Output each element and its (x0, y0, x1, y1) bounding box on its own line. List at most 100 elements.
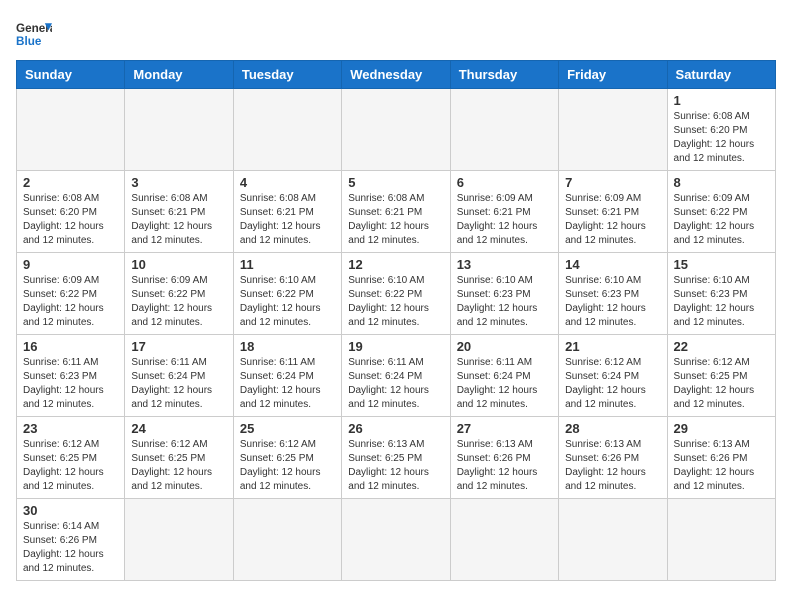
day-info: Sunrise: 6:09 AM Sunset: 6:21 PM Dayligh… (457, 192, 552, 248)
calendar-cell: 4 Sunrise: 6:08 AM Sunset: 6:21 PM Daylig… (233, 171, 341, 253)
day-number: 11 (240, 257, 335, 272)
day-number: 13 (457, 257, 552, 272)
calendar-cell (559, 499, 667, 581)
calendar-cell: 21Sunrise: 6:12 AM Sunset: 6:24 PM Dayli… (559, 335, 667, 417)
calendar-cell (450, 499, 558, 581)
day-info: Sunrise: 6:11 AM Sunset: 6:24 PM Dayligh… (240, 356, 335, 412)
calendar-table: SundayMondayTuesdayWednesdayThursdayFrid… (16, 60, 776, 581)
weekday-header-friday: Friday (559, 61, 667, 89)
day-number: 8 (674, 175, 769, 190)
day-number: 20 (457, 339, 552, 354)
day-info: Sunrise: 6:09 AM Sunset: 6:22 PM Dayligh… (23, 274, 118, 330)
calendar-cell: 14Sunrise: 6:10 AM Sunset: 6:23 PM Dayli… (559, 253, 667, 335)
calendar-cell: 15Sunrise: 6:10 AM Sunset: 6:23 PM Dayli… (667, 253, 775, 335)
day-info: Sunrise: 6:11 AM Sunset: 6:24 PM Dayligh… (131, 356, 226, 412)
day-number: 6 (457, 175, 552, 190)
calendar-cell: 8 Sunrise: 6:09 AM Sunset: 6:22 PM Daylig… (667, 171, 775, 253)
day-number: 12 (348, 257, 443, 272)
calendar-cell: 16 Sunrise: 6:11 AM Sunset: 6:23 PM Dayli… (17, 335, 125, 417)
calendar-cell: 13 Sunrise: 6:10 AM Sunset: 6:23 PM Dayli… (450, 253, 558, 335)
day-info: Sunrise: 6:12 AM Sunset: 6:25 PM Dayligh… (674, 356, 769, 412)
day-info: Sunrise: 6:12 AM Sunset: 6:25 PM Dayligh… (131, 438, 226, 494)
calendar-cell (450, 89, 558, 171)
calendar-row: 1Sunrise: 6:08 AM Sunset: 6:20 PM Daylig… (17, 89, 776, 171)
day-info: Sunrise: 6:13 AM Sunset: 6:26 PM Dayligh… (565, 438, 660, 494)
weekday-header-thursday: Thursday (450, 61, 558, 89)
day-number: 28 (565, 421, 660, 436)
calendar-cell: 30 Sunrise: 6:14 AM Sunset: 6:26 PM Dayli… (17, 499, 125, 581)
day-info: Sunrise: 6:08 AM Sunset: 6:20 PM Dayligh… (23, 192, 118, 248)
calendar-cell (342, 89, 450, 171)
calendar-cell: 22Sunrise: 6:12 AM Sunset: 6:25 PM Dayli… (667, 335, 775, 417)
calendar-cell (342, 499, 450, 581)
day-number: 4 (240, 175, 335, 190)
calendar-cell: 29Sunrise: 6:13 AM Sunset: 6:26 PM Dayli… (667, 417, 775, 499)
weekday-header-tuesday: Tuesday (233, 61, 341, 89)
day-number: 5 (348, 175, 443, 190)
header: General Blue (16, 16, 776, 52)
day-info: Sunrise: 6:08 AM Sunset: 6:21 PM Dayligh… (348, 192, 443, 248)
day-info: Sunrise: 6:11 AM Sunset: 6:23 PM Dayligh… (23, 356, 118, 412)
day-info: Sunrise: 6:11 AM Sunset: 6:24 PM Dayligh… (457, 356, 552, 412)
calendar-cell (667, 499, 775, 581)
calendar-cell (125, 89, 233, 171)
calendar-cell: 9Sunrise: 6:09 AM Sunset: 6:22 PM Daylig… (17, 253, 125, 335)
calendar-row: 2 Sunrise: 6:08 AM Sunset: 6:20 PM Daylig… (17, 171, 776, 253)
calendar-cell (17, 89, 125, 171)
day-number: 1 (674, 93, 769, 108)
day-info: Sunrise: 6:13 AM Sunset: 6:26 PM Dayligh… (674, 438, 769, 494)
calendar-cell (233, 89, 341, 171)
calendar-row: 23Sunrise: 6:12 AM Sunset: 6:25 PM Dayli… (17, 417, 776, 499)
day-info: Sunrise: 6:10 AM Sunset: 6:22 PM Dayligh… (348, 274, 443, 330)
day-info: Sunrise: 6:09 AM Sunset: 6:22 PM Dayligh… (674, 192, 769, 248)
day-number: 16 (23, 339, 118, 354)
day-info: Sunrise: 6:13 AM Sunset: 6:26 PM Dayligh… (457, 438, 552, 494)
calendar-cell: 1Sunrise: 6:08 AM Sunset: 6:20 PM Daylig… (667, 89, 775, 171)
day-info: Sunrise: 6:08 AM Sunset: 6:21 PM Dayligh… (240, 192, 335, 248)
day-number: 17 (131, 339, 226, 354)
day-number: 10 (131, 257, 226, 272)
day-number: 26 (348, 421, 443, 436)
day-info: Sunrise: 6:08 AM Sunset: 6:21 PM Dayligh… (131, 192, 226, 248)
calendar-cell: 7Sunrise: 6:09 AM Sunset: 6:21 PM Daylig… (559, 171, 667, 253)
calendar-cell: 6 Sunrise: 6:09 AM Sunset: 6:21 PM Daylig… (450, 171, 558, 253)
calendar-cell: 28 Sunrise: 6:13 AM Sunset: 6:26 PM Dayli… (559, 417, 667, 499)
day-number: 19 (348, 339, 443, 354)
logo: General Blue (16, 16, 52, 52)
weekday-row: SundayMondayTuesdayWednesdayThursdayFrid… (17, 61, 776, 89)
weekday-header-saturday: Saturday (667, 61, 775, 89)
calendar-cell: 25 Sunrise: 6:12 AM Sunset: 6:25 PM Dayli… (233, 417, 341, 499)
calendar-cell: 18 Sunrise: 6:11 AM Sunset: 6:24 PM Dayli… (233, 335, 341, 417)
svg-text:Blue: Blue (16, 35, 42, 48)
day-info: Sunrise: 6:12 AM Sunset: 6:25 PM Dayligh… (240, 438, 335, 494)
calendar-cell: 2 Sunrise: 6:08 AM Sunset: 6:20 PM Daylig… (17, 171, 125, 253)
calendar-cell: 17 Sunrise: 6:11 AM Sunset: 6:24 PM Dayli… (125, 335, 233, 417)
calendar-cell: 12 Sunrise: 6:10 AM Sunset: 6:22 PM Dayli… (342, 253, 450, 335)
logo-icon: General Blue (16, 16, 52, 52)
calendar-body: 1 Sunrise: 6:08 AM Sunset: 6:20 PM Daylig… (17, 89, 776, 581)
day-info: Sunrise: 6:11 AM Sunset: 6:24 PM Dayligh… (348, 356, 443, 412)
day-info: Sunrise: 6:13 AM Sunset: 6:25 PM Dayligh… (348, 438, 443, 494)
calendar-cell (559, 89, 667, 171)
day-info: Sunrise: 6:10 AM Sunset: 6:23 PM Dayligh… (457, 274, 552, 330)
calendar-row: 16 Sunrise: 6:11 AM Sunset: 6:23 PM Dayli… (17, 335, 776, 417)
day-number: 18 (240, 339, 335, 354)
calendar-cell (233, 499, 341, 581)
calendar-cell: 11Sunrise: 6:10 AM Sunset: 6:22 PM Dayli… (233, 253, 341, 335)
day-number: 24 (131, 421, 226, 436)
calendar-cell (125, 499, 233, 581)
day-number: 27 (457, 421, 552, 436)
day-info: Sunrise: 6:14 AM Sunset: 6:26 PM Dayligh… (23, 520, 118, 576)
day-info: Sunrise: 6:12 AM Sunset: 6:24 PM Dayligh… (565, 356, 660, 412)
day-info: Sunrise: 6:09 AM Sunset: 6:22 PM Dayligh… (131, 274, 226, 330)
calendar-cell: 19 Sunrise: 6:11 AM Sunset: 6:24 PM Dayli… (342, 335, 450, 417)
day-number: 7 (565, 175, 660, 190)
day-number: 2 (23, 175, 118, 190)
weekday-header-sunday: Sunday (17, 61, 125, 89)
day-number: 25 (240, 421, 335, 436)
day-number: 30 (23, 503, 118, 518)
day-info: Sunrise: 6:10 AM Sunset: 6:23 PM Dayligh… (674, 274, 769, 330)
calendar-cell: 20 Sunrise: 6:11 AM Sunset: 6:24 PM Dayli… (450, 335, 558, 417)
page-container: General Blue SundayMondayTuesdayWednesda… (16, 16, 776, 581)
weekday-header-wednesday: Wednesday (342, 61, 450, 89)
